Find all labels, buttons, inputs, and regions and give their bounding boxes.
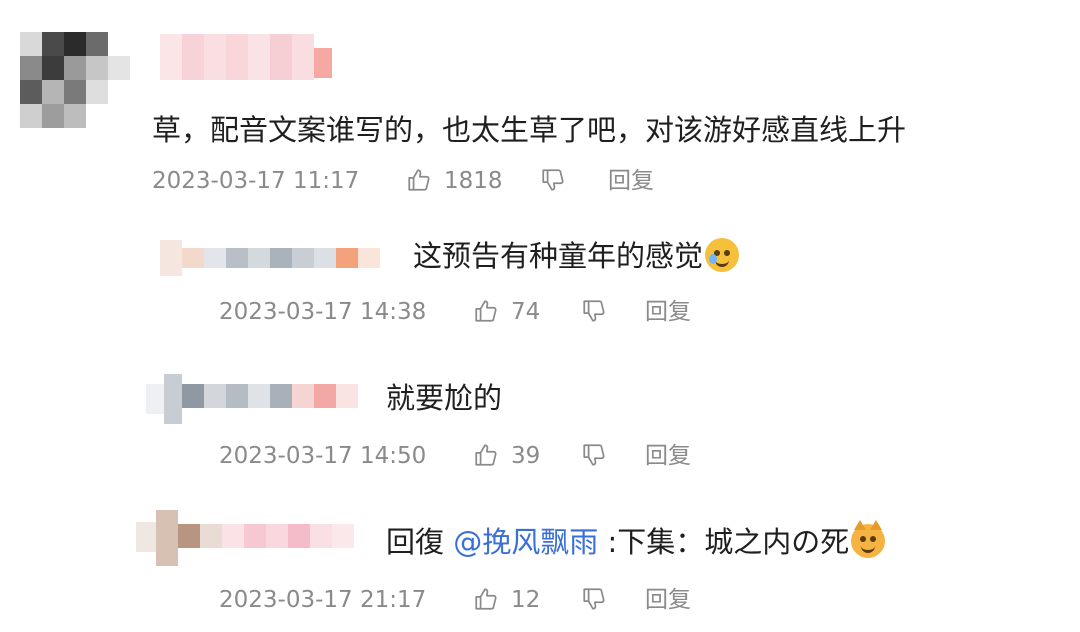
comment-meta: 2023-03-17 21:17 12 回复 <box>219 585 819 615</box>
comment-text: 回復 @挽风飘雨 :下集：城之内の死 <box>386 520 886 562</box>
like-count: 12 <box>511 587 541 613</box>
username-blurred[interactable] <box>136 510 366 570</box>
timestamp: 2023-03-17 21:17 <box>219 587 427 613</box>
reply-prefix: 回復 <box>386 525 454 559</box>
thumbs-down-icon[interactable] <box>581 586 607 612</box>
thumbs-up-icon[interactable] <box>473 586 499 612</box>
reply-button[interactable]: 回复 <box>645 585 691 615</box>
comment-4: 回復 @挽风飘雨 :下集：城之内の死 2023-03-17 21:17 12 回… <box>0 0 1080 632</box>
blurred-username <box>136 510 354 566</box>
dog-face-emoji-icon <box>851 520 886 558</box>
mention-link[interactable]: @挽风飘雨 <box>453 525 598 559</box>
comment-text-content: :下集：城之内の死 <box>598 525 850 559</box>
